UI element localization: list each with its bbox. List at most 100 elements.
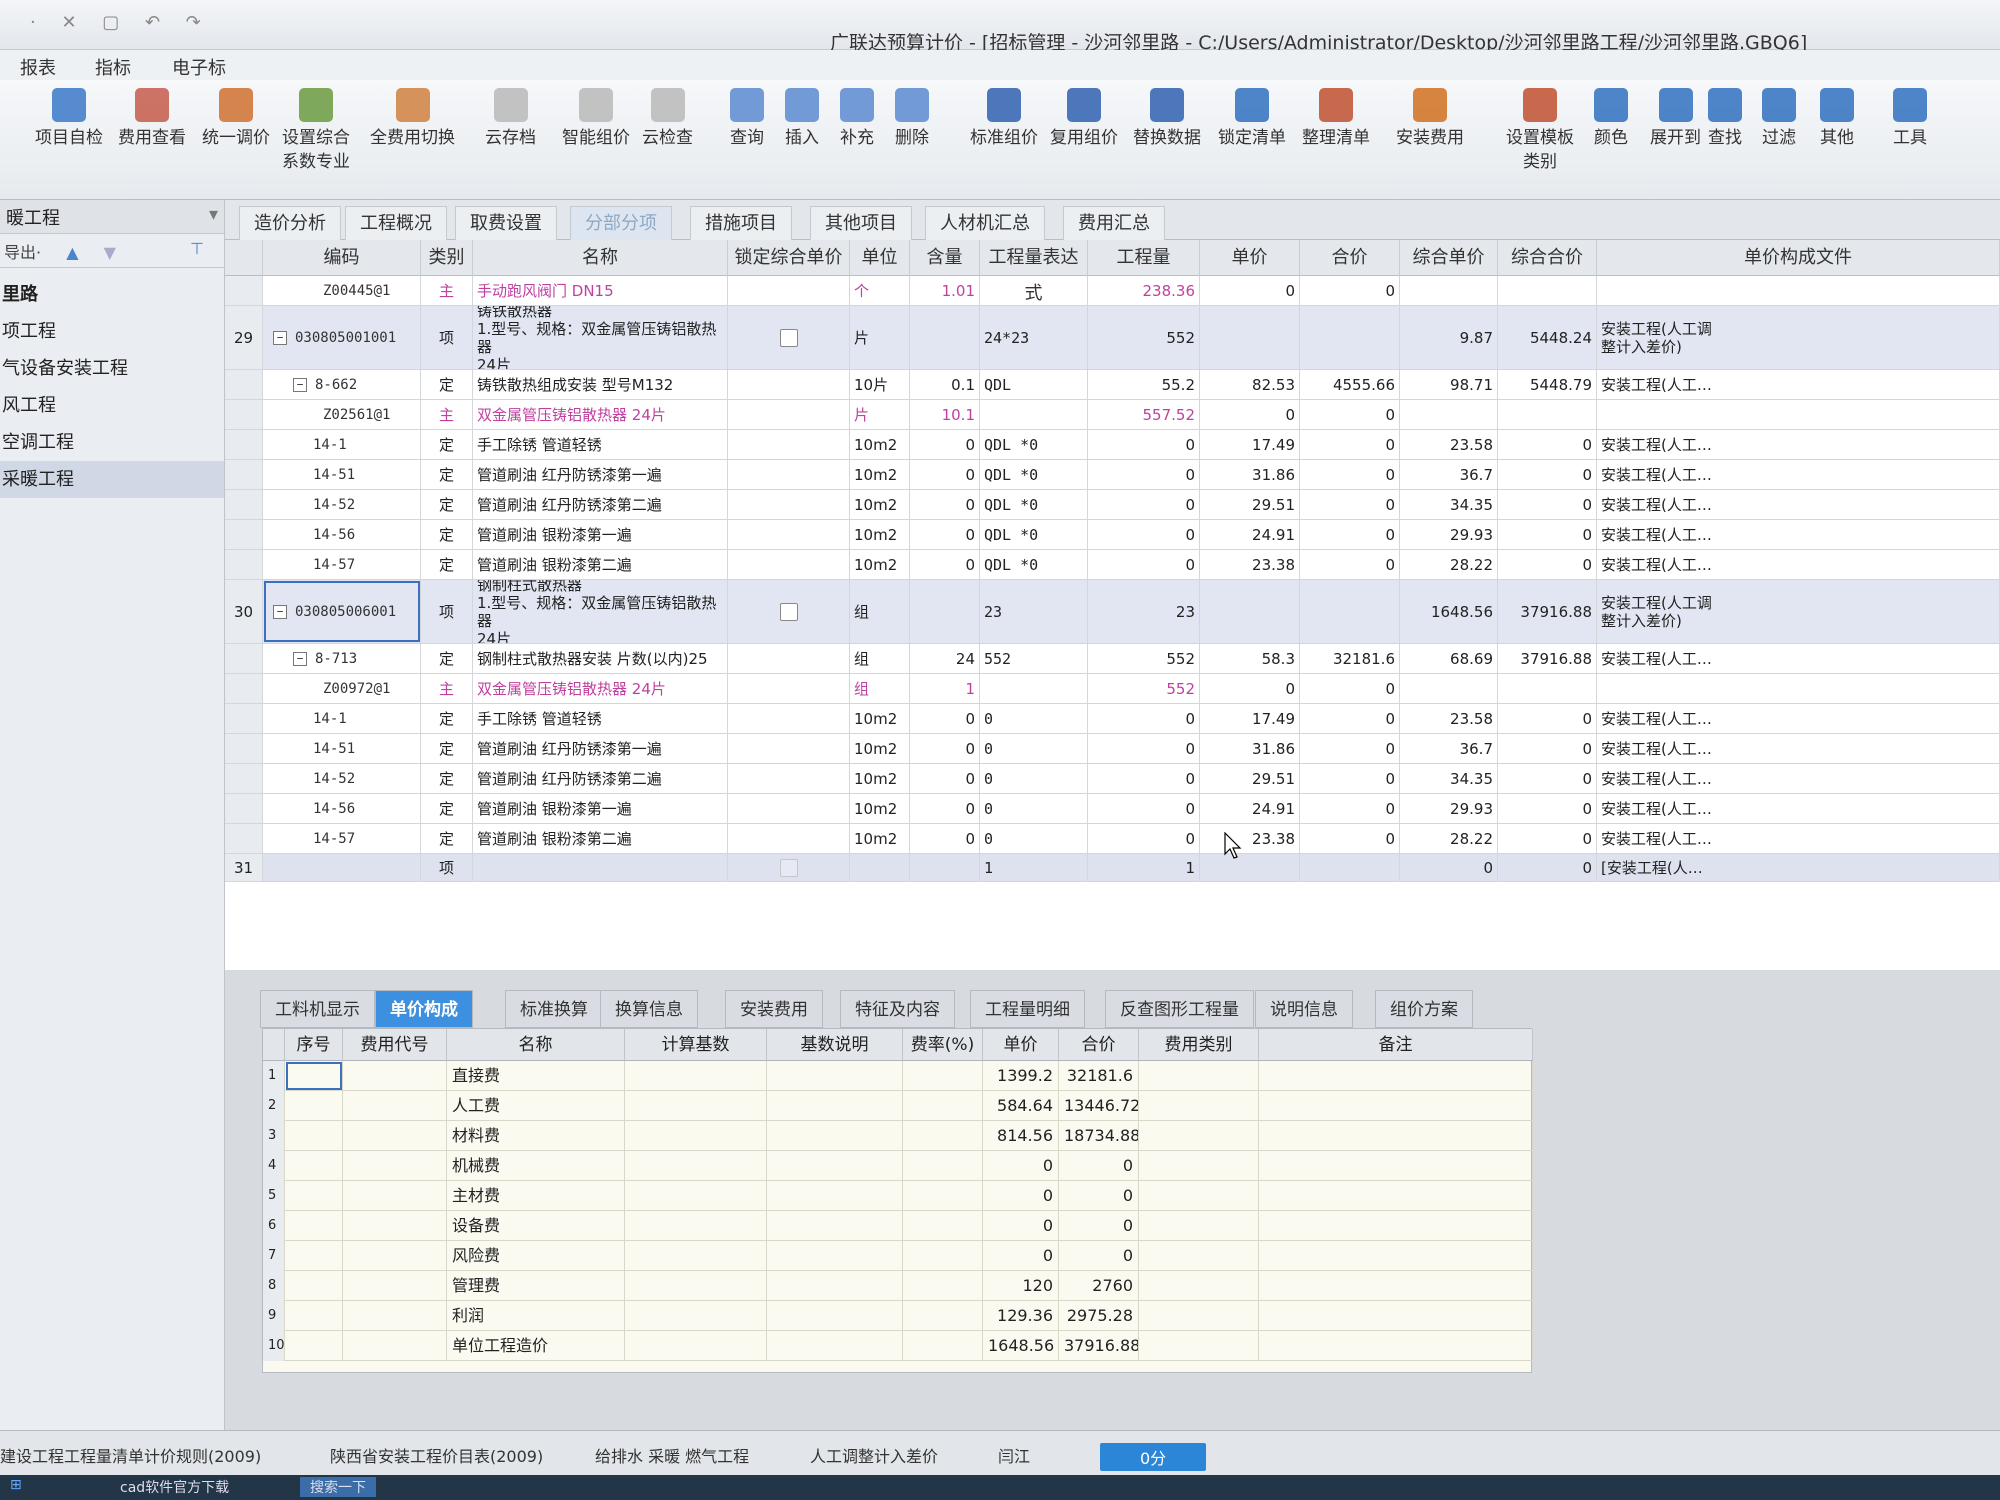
subgrid-row[interactable]: 3 材料费 814.56 18734.88 [263,1121,1533,1151]
ribbon-button-18[interactable]: 设置模板 类别 [1506,88,1574,174]
detail-tab-5[interactable]: 特征及内容 [840,990,955,1028]
grid-header-unit[interactable]: 单位 [850,240,910,276]
start-icon[interactable]: ⊞ [10,1477,22,1493]
grid-header-qty-expr[interactable]: 工程量表达式 [980,240,1088,304]
table-row[interactable]: 14-51 定 管道刷油 红丹防锈漆第一遍 10m2 0 QDL *0 0 31.86 0 36.… [225,460,2000,490]
tab-7[interactable]: 费用汇总 [1063,206,1165,240]
grid-header-unit-price[interactable]: 单价 [1200,240,1300,276]
move-down-icon[interactable]: ▼ [104,243,116,262]
subgrid-header-8[interactable]: 费用类别 [1139,1029,1259,1061]
table-row[interactable]: 14-52 定管道刷油 红丹防锈漆第二遍 10m2 0 0 0 29.51 0 34.35 0 安装… [225,764,2000,794]
ribbon-button-5[interactable]: 云存档 [485,88,536,150]
subgrid-row[interactable]: 8 管理费 120 2760 [263,1271,1533,1301]
pin-icon[interactable]: ⊤ [190,239,204,258]
ribbon-button-15[interactable]: 锁定清单 [1218,88,1286,150]
menu-e-bid[interactable]: 电子标 [172,54,226,80]
table-row[interactable]: 14-57 定管道刷油 银粉漆第二遍 10m2 0 0 0 23.38 0 28.22 0 安装工程… [225,824,2000,854]
table-row[interactable]: −8-713 定 钢制柱式散热器安装 片数(以内)25 组 24 552 552 58.3 32… [225,644,2000,674]
export-button[interactable]: 导出· [4,243,41,262]
subgrid-row[interactable]: 7 风险费 0 0 [263,1241,1533,1271]
taskbar-item-search[interactable]: 搜索一下 [300,1477,376,1497]
subgrid-row[interactable]: 5 主材费 0 0 [263,1181,1533,1211]
tree-item[interactable]: 风工程 [0,387,224,424]
grid-header-quantity[interactable]: 工程量 [1088,240,1200,276]
tab-5[interactable]: 其他项目 [810,206,912,240]
lock-price-checkbox[interactable] [779,602,798,621]
ribbon-button-20[interactable]: 展开到 [1650,88,1701,150]
tree-item[interactable]: 空调工程 [0,424,224,461]
cell-lock-price[interactable] [728,306,850,369]
tab-4[interactable]: 措施项目 [690,206,792,240]
tree-item[interactable]: 里路 [0,276,224,313]
ribbon-button-1[interactable]: 费用查看 [118,88,186,150]
tree-item[interactable]: 气设备安装工程 [0,350,224,387]
ribbon-button-4[interactable]: 全费用切换 [370,88,455,150]
cell-seq[interactable] [285,1211,343,1241]
cell-seq[interactable] [285,1151,343,1181]
subgrid-row[interactable]: 1 直接费 1399.2 32181.6 [263,1061,1533,1091]
cell-seq[interactable] [285,1181,343,1211]
table-row[interactable]: 14-56 定 管道刷油 银粉漆第一遍 10m2 0 QDL *0 0 24.91 0 29.93… [225,520,2000,550]
ribbon-button-13[interactable]: 复用组价 [1050,88,1118,150]
chevron-down-icon[interactable]: ▾ [209,204,218,225]
subgrid-row[interactable]: 2 人工费 584.64 13446.72 [263,1091,1533,1121]
subgrid-header-0[interactable]: 序号 [285,1029,343,1061]
tree-item[interactable]: 项工程 [0,313,224,350]
grid-header-code[interactable]: 编码 [263,240,421,276]
subgrid-row[interactable]: 9 利润 129.36 2975.28 [263,1301,1533,1331]
detail-tab-1[interactable]: 单价构成 [375,990,473,1028]
detail-tab-8[interactable]: 说明信息 [1255,990,1353,1028]
table-row[interactable]: 30 −030805006001 项 钢制柱式散热器 1.型号、规格：双金属管压铸铝散… [225,580,2000,644]
grid-header-qty-ratio[interactable]: 含量 [910,240,980,276]
table-row[interactable]: 31 项 1 1 0 0 [安装工程(人… [225,854,2000,882]
ribbon-button-8[interactable]: 查询 [730,88,764,150]
grid-header-comp-unit-price[interactable]: 综合单价 [1400,240,1498,276]
ribbon-button-6[interactable]: 智能组价 [562,88,630,150]
collapse-icon[interactable]: − [273,604,287,619]
lock-price-checkbox[interactable] [779,858,798,877]
subgrid-row[interactable]: 6 设备费 0 0 [263,1211,1533,1241]
project-tree-header[interactable]: 暖工程 ▾ [0,200,224,234]
grid-header-lock-price[interactable]: 锁定综合单价 [728,240,850,276]
subgrid-row[interactable]: 10 单位工程造价 1648.56 37916.88 [263,1331,1533,1361]
tree-item[interactable]: 采暖工程 [0,461,224,498]
ribbon-button-14[interactable]: 替换数据 [1133,88,1201,150]
table-row[interactable]: Z00972@1 主 双金属管压铸铝散热器 24片 组 1 552 0 0 [225,674,2000,704]
ribbon-button-19[interactable]: 颜色 [1594,88,1628,150]
lock-price-checkbox[interactable] [779,328,798,347]
cell-seq[interactable] [285,1301,343,1331]
ribbon-button-10[interactable]: 补充 [840,88,874,150]
table-row[interactable]: 14-1 定 手工除锈 管道轻锈 10m2 0 QDL *0 0 17.49 0 23.58 0 安装… [225,430,2000,460]
ribbon-button-24[interactable]: 工具 [1893,88,1927,150]
taskbar-item-cad[interactable]: cad软件官方下载 [120,1477,229,1497]
detail-tab-0[interactable]: 工料机显示 [260,990,375,1028]
cell-seq[interactable] [285,1091,343,1121]
collapse-icon[interactable]: − [273,330,287,345]
ribbon-button-11[interactable]: 删除 [895,88,929,150]
collapse-icon[interactable]: − [293,651,307,666]
subgrid-header-4[interactable]: 基数说明 [767,1029,903,1061]
grid-header-type[interactable]: 类别 [421,240,473,276]
subgrid-header-9[interactable]: 备注 [1259,1029,1533,1061]
cell-seq[interactable] [285,1121,343,1151]
cell-seq[interactable] [285,1271,343,1301]
move-up-icon[interactable]: ▲ [66,243,78,262]
ribbon-button-17[interactable]: 安装费用 [1396,88,1464,150]
subgrid-header-1[interactable]: 费用代号 [343,1029,447,1061]
table-row[interactable]: Z00445@1 主 手动跑风阀门 DN15 个 1.01 238.36 0 0 [225,276,2000,306]
ribbon-button-12[interactable]: 标准组价 [970,88,1038,150]
table-row[interactable]: Z02561@1 主 双金属管压铸铝散热器 24片 片 10.1 557.52 0 0 [225,400,2000,430]
table-row[interactable]: 14-57 定 管道刷油 银粉漆第二遍 10m2 0 QDL *0 0 23.38 0 28.22… [225,550,2000,580]
detail-tab-6[interactable]: 工程量明细 [970,990,1085,1028]
table-row[interactable]: 14-56 定管道刷油 银粉漆第一遍 10m2 0 0 0 24.91 0 29.93 0 安装工程… [225,794,2000,824]
subgrid-header-3[interactable]: 计算基数 [625,1029,767,1061]
subgrid-header-7[interactable]: 合价 [1059,1029,1139,1061]
grid-header-total-price[interactable]: 合价 [1300,240,1400,276]
collapse-icon[interactable]: − [293,377,307,392]
menu-index[interactable]: 指标 [95,54,131,80]
table-row[interactable]: 14-52 定 管道刷油 红丹防锈漆第二遍 10m2 0 QDL *0 0 29.51 0 34.… [225,490,2000,520]
ribbon-button-9[interactable]: 插入 [785,88,819,150]
detail-tab-9[interactable]: 组价方案 [1375,990,1473,1028]
tab-3[interactable]: 分部分项 [570,206,672,240]
ribbon-button-2[interactable]: 统一调价 [202,88,270,150]
